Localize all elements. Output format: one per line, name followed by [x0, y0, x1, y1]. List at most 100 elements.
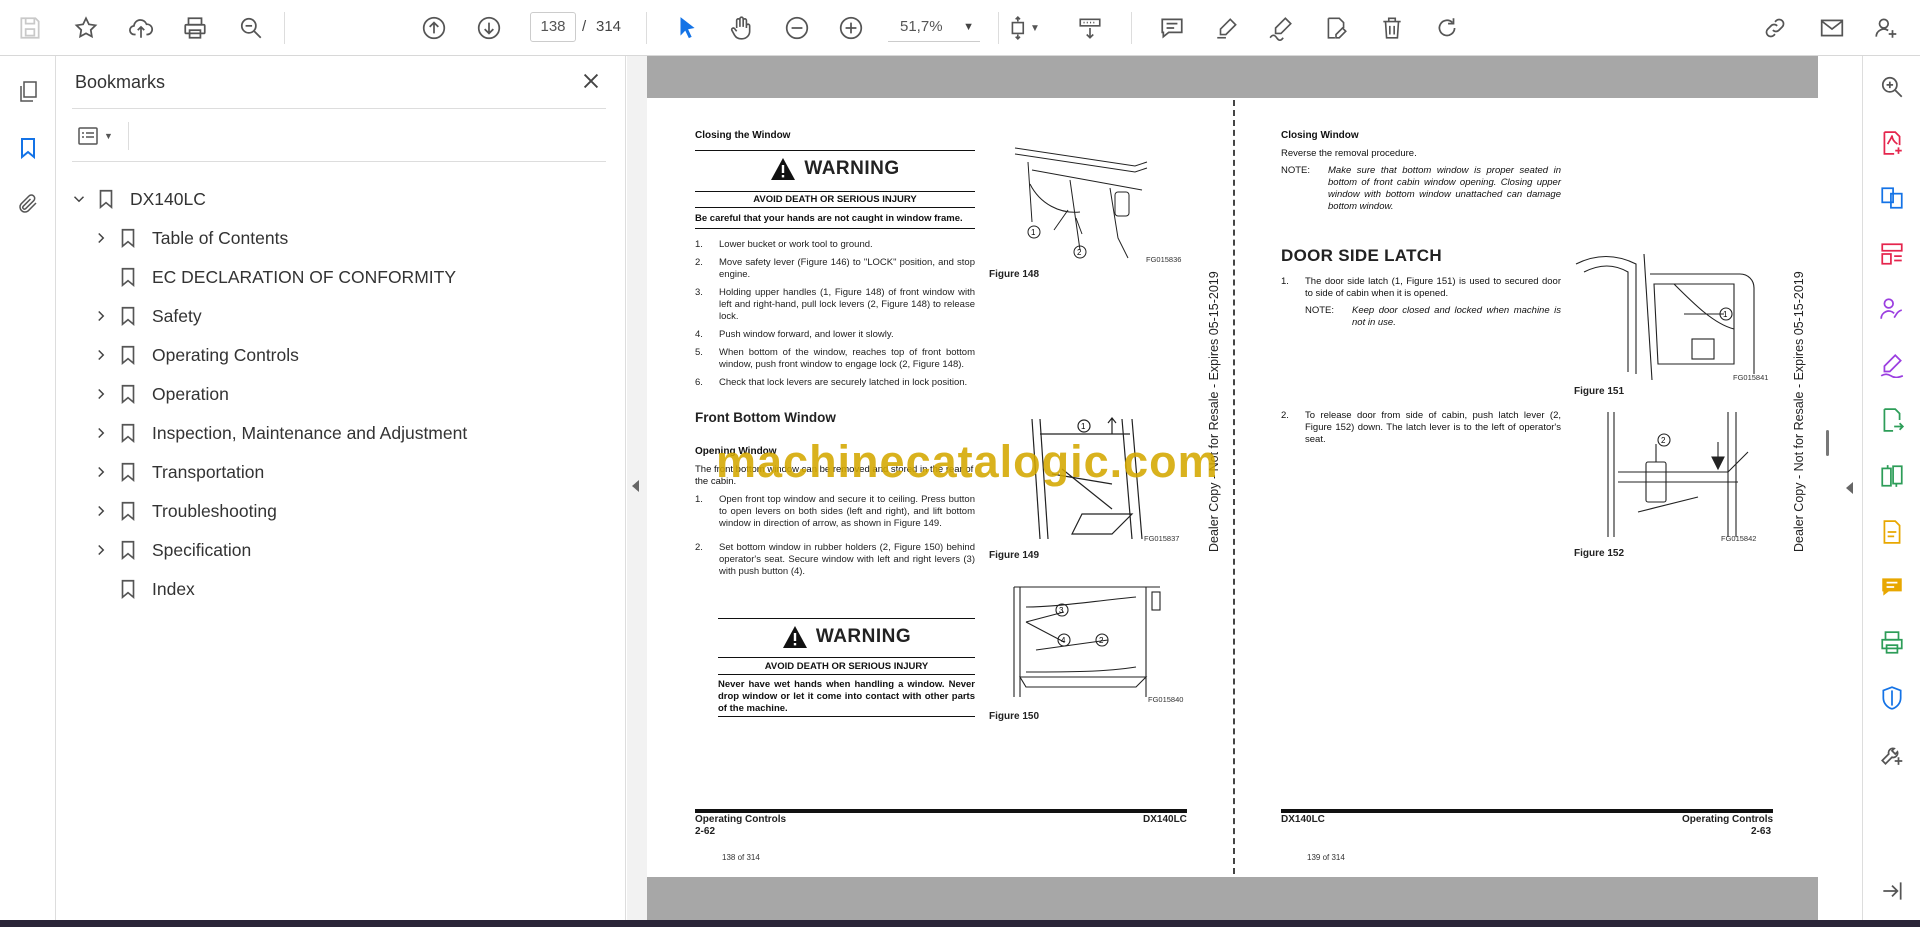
fit-options-chevron-icon[interactable]: ▼	[1028, 10, 1042, 46]
footer-section: Operating Controls	[1682, 814, 1774, 825]
chevron-down-icon[interactable]	[68, 188, 90, 210]
edit-pdf-icon[interactable]	[1875, 515, 1909, 549]
total-pages: 314	[596, 18, 622, 35]
chevron-right-icon[interactable]	[90, 344, 112, 366]
bookmark-icon	[116, 421, 140, 445]
warning-box: WARNING	[695, 150, 975, 192]
bookmark-label: Transportation	[152, 461, 265, 482]
chevron-right-icon[interactable]	[90, 500, 112, 522]
expand-tools-arrow-icon[interactable]	[1846, 482, 1853, 494]
bookmark-icon	[116, 577, 140, 601]
page-thumbnails-icon[interactable]	[10, 74, 46, 110]
bookmark-item[interactable]: Troubleshooting	[90, 495, 277, 527]
bookmark-options-button[interactable]: ▼	[76, 120, 126, 152]
footer-model: DX140LC	[1281, 814, 1325, 825]
hand-tool-icon[interactable]	[723, 10, 759, 46]
closing-text: Reverse the removal procedure.	[1281, 148, 1417, 159]
compare-files-icon[interactable]	[1875, 459, 1909, 493]
redo-rotate-icon[interactable]	[1429, 10, 1465, 46]
chevron-down-icon: ▼	[104, 131, 113, 141]
bookmark-item[interactable]: Transportation	[90, 456, 264, 488]
bookmark-item[interactable]: Table of Contents	[90, 222, 288, 254]
bookmark-star-icon[interactable]	[68, 10, 104, 46]
bookmark-item[interactable]: Index	[90, 573, 195, 605]
watermark: machinecatalogic.com	[716, 436, 1219, 487]
step-text: Holding upper handles (1, Figure 148) of…	[719, 287, 975, 322]
upload-cloud-icon[interactable]	[123, 10, 159, 46]
export-pdf-icon[interactable]	[1875, 403, 1909, 437]
zoom-select[interactable]: 51,7% ▼	[888, 12, 980, 42]
comment-tool-icon[interactable]	[1875, 570, 1909, 604]
delete-trash-icon[interactable]	[1374, 10, 1410, 46]
organize-pages-icon[interactable]	[1875, 237, 1909, 271]
protect-shield-icon[interactable]	[1875, 681, 1909, 715]
page-counter: 139 of 314	[1307, 853, 1345, 862]
close-icon[interactable]	[576, 66, 606, 96]
scroll-handle[interactable]	[1826, 430, 1829, 456]
bookmark-label: Table of Contents	[152, 227, 289, 248]
fill-and-sign-icon[interactable]	[1875, 348, 1909, 382]
next-page-icon[interactable]	[471, 10, 507, 46]
bookmarks-icon[interactable]	[10, 130, 46, 166]
chevron-right-icon[interactable]	[90, 539, 112, 561]
zoom-in-icon[interactable]	[833, 10, 869, 46]
edit-text-icon[interactable]	[1318, 10, 1354, 46]
bookmark-label: EC DECLARATION OF CONFORMITY	[152, 266, 456, 287]
closing-steps-list: 1. Lower bucket or work tool to ground. 2.…	[695, 239, 975, 395]
attachments-paperclip-icon[interactable]	[10, 186, 46, 222]
more-tools-icon[interactable]	[1875, 737, 1909, 771]
chevron-right-icon[interactable]	[90, 227, 112, 249]
scroll-mode-icon[interactable]	[1072, 10, 1108, 46]
bookmark-icon	[116, 265, 140, 289]
figure-caption: Figure 150	[989, 711, 1040, 722]
collapse-panel-arrow-icon[interactable]	[632, 480, 639, 492]
footer-page-number: 2-62	[695, 826, 716, 837]
step-text: Push window forward, and lower it slowly…	[719, 329, 894, 340]
zoom-search-icon[interactable]	[1875, 70, 1909, 104]
chevron-right-icon[interactable]	[90, 422, 112, 444]
dealer-copy-side-text: Dealer Copy - Not for Resale - Expires 0…	[1207, 271, 1221, 552]
bookmark-item[interactable]: DX140LC	[68, 183, 206, 215]
panel-splitter[interactable]	[627, 56, 647, 920]
share-link-icon[interactable]	[1757, 10, 1793, 46]
create-pdf-icon[interactable]	[1875, 126, 1909, 160]
page-number-input[interactable]: 138	[530, 12, 576, 42]
heading-closing-window: Closing the Window	[695, 130, 791, 141]
bookmark-label: DX140LC	[130, 188, 206, 209]
bookmark-item[interactable]: EC DECLARATION OF CONFORMITY	[90, 261, 456, 293]
bookmark-item[interactable]: Specification	[90, 534, 251, 566]
bookmark-item[interactable]: Operating Controls	[90, 339, 299, 371]
svg-text:4: 4	[1061, 636, 1066, 645]
previous-page-icon[interactable]	[416, 10, 452, 46]
figure-caption: Figure 151	[1574, 386, 1625, 397]
list-item: 2. Move safety lever (Figure 146) to "LOC…	[695, 257, 975, 281]
chevron-right-icon[interactable]	[90, 305, 112, 327]
select-cursor-icon[interactable]	[669, 10, 705, 46]
step-number: 2.	[1281, 410, 1289, 421]
request-signature-icon[interactable]	[1875, 292, 1909, 326]
list-item: 6. Check that lock levers are securely la…	[695, 377, 975, 389]
combine-files-icon[interactable]	[1875, 181, 1909, 215]
chevron-right-icon[interactable]	[90, 383, 112, 405]
note-label: NOTE:	[1305, 305, 1335, 316]
bookmark-label: Troubleshooting	[152, 500, 277, 521]
email-envelope-icon[interactable]	[1814, 10, 1850, 46]
highlight-pen-icon[interactable]	[1209, 10, 1245, 46]
add-user-icon[interactable]	[1868, 10, 1904, 46]
print-icon[interactable]	[177, 10, 213, 46]
save-icon[interactable]	[12, 10, 48, 46]
search-icon[interactable]	[233, 10, 269, 46]
step-text: Check that lock levers are securely latc…	[719, 377, 968, 388]
draw-signature-icon[interactable]	[1263, 10, 1299, 46]
chevron-right-icon[interactable]	[90, 461, 112, 483]
bookmark-item[interactable]: Inspection, Maintenance and Adjustment	[90, 417, 467, 449]
bookmark-item[interactable]: Safety	[90, 300, 202, 332]
panel-title: Bookmarks	[75, 72, 166, 92]
bookmark-item[interactable]: Operation	[90, 378, 229, 410]
comment-icon[interactable]	[1154, 10, 1190, 46]
collapse-tools-pane-icon[interactable]	[1875, 874, 1909, 908]
zoom-out-icon[interactable]	[779, 10, 815, 46]
scan-ocr-icon[interactable]	[1875, 626, 1909, 660]
list-item: 5. When bottom of the window, reaches top…	[695, 347, 975, 371]
